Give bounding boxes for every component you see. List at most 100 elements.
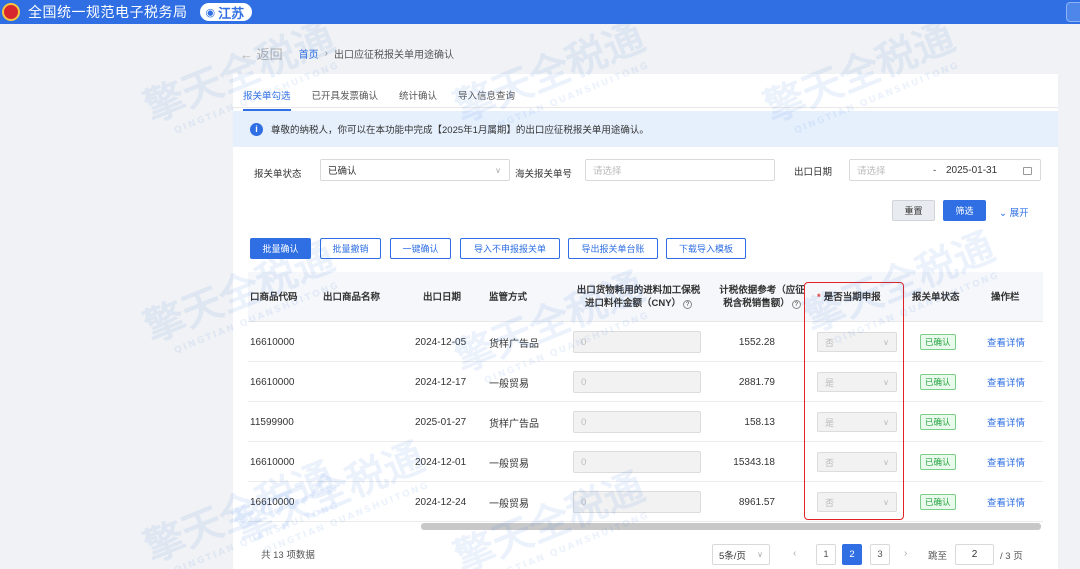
cell-supervision: 货样广告品 (489, 338, 539, 350)
cell-tax-basis: 2881.79 (738, 376, 775, 388)
cell-goods-code: 16610000 (250, 456, 295, 468)
material-amount-input: 0 (573, 411, 701, 433)
batch-confirm-button[interactable]: 批量确认 (250, 238, 311, 259)
breadcrumb: ← 返回 首页 › 出口应征税报关单用途确认 (240, 44, 454, 63)
status-filter-label: 报关单状态 (254, 169, 302, 180)
header-goods-name: 出口商品名称 (323, 291, 381, 303)
page-number-2[interactable]: 2 (842, 544, 862, 565)
reset-button[interactable]: 重置 (892, 200, 935, 221)
cell-supervision: 一般贸易 (489, 378, 529, 390)
status-badge: 已确认 (920, 494, 956, 510)
view-detail-link[interactable]: 查看详情 (987, 322, 1025, 362)
export-date-range[interactable]: 请选择 - 2025-01-31 (849, 159, 1041, 181)
info-icon: i (250, 122, 263, 136)
page-size-value: 5条/页 (719, 550, 746, 562)
cell-tax-basis: 158.13 (744, 416, 775, 428)
one-click-confirm-button[interactable]: 一键确认 (390, 238, 451, 259)
cell-export-date: 2024-12-24 (415, 496, 467, 508)
next-page-button[interactable]: › (904, 548, 907, 559)
jump-label: 跳至 (928, 551, 948, 562)
header-export-date: 出口日期 (423, 291, 462, 303)
material-amount-input: 0 (573, 371, 701, 393)
calendar-icon (1023, 167, 1032, 175)
header-supervision: 监管方式 (489, 291, 528, 303)
table-row: 16610000 2024-12-24 一般贸易 0 8961.57 否 ∨ 已… (248, 482, 1043, 522)
date-start-placeholder: 请选择 (857, 166, 886, 177)
view-detail-link[interactable]: 查看详情 (987, 402, 1025, 442)
tab-divider (233, 107, 1058, 108)
cell-export-date: 2024-12-05 (415, 336, 467, 348)
horizontal-scrollbar[interactable] (421, 523, 1041, 530)
status-badge: 已确认 (920, 374, 956, 390)
customs-no-label: 海关报关单号 (515, 169, 573, 180)
download-template-button[interactable]: 下载导入模板 (666, 238, 746, 259)
table-row: 16610000 2024-12-05 货样广告品 0 1552.28 否 ∨ … (248, 322, 1043, 362)
jump-page-input[interactable]: 2 (955, 544, 994, 565)
date-separator: - (933, 164, 937, 176)
notice-text: 尊敬的纳税人，你可以在本功能中完成【2025年1月属期】的出口应征税报关单用途确… (271, 125, 649, 136)
notice-banner: i 尊敬的纳税人，你可以在本功能中完成【2025年1月属期】的出口应征税报关单用… (233, 111, 1058, 147)
chevron-down-icon: ∨ (757, 550, 763, 559)
help-icon[interactable]: ? (791, 300, 801, 309)
cell-goods-code: 16610000 (250, 376, 295, 388)
cell-supervision: 一般贸易 (489, 458, 529, 470)
table-row: 16610000 2024-12-01 一般贸易 0 15343.18 否 ∨ … (248, 442, 1043, 482)
total-pages: / 3 页 (1000, 551, 1023, 562)
cell-export-date: 2024-12-17 (415, 376, 467, 388)
header-goods-code: 口商品代码 (250, 291, 298, 303)
page-size-select[interactable]: 5条/页 ∨ (712, 544, 770, 565)
page-number-3[interactable]: 3 (870, 544, 890, 565)
breadcrumb-current: 出口应征税报关单用途确认 (333, 50, 454, 61)
header-operation: 操作栏 (991, 291, 1020, 303)
region-label: 江苏 (218, 5, 245, 21)
cell-goods-code: 16610000 (250, 496, 295, 508)
location-pin-icon: ◉ (205, 6, 216, 19)
expand-toggle[interactable]: ⌄ 展开 (999, 205, 1029, 219)
customs-no-placeholder: 请选择 (593, 166, 622, 177)
current-declare-highlight-box (804, 282, 904, 520)
table-header: 口商品代码 出口商品名称 出口日期 监管方式 出口货物耗用的进料加工保税 进口料… (248, 272, 1043, 322)
date-end-value: 2025-01-31 (946, 164, 998, 176)
cell-export-date: 2025-01-27 (415, 416, 467, 428)
header-material-amount-line2-wrap: 进口料件金额（CNY）? (585, 297, 693, 310)
header-material-amount-line1: 出口货物耗用的进料加工保税 (576, 285, 701, 296)
export-ledger-button[interactable]: 导出报关单台账 (568, 238, 658, 259)
cell-tax-basis: 1552.28 (738, 336, 775, 348)
import-not-declared-button[interactable]: 导入不申报报关单 (460, 238, 560, 259)
top-bar: 全国统一规范电子税务局 ◉ 江苏 (0, 0, 1080, 24)
header-decl-status: 报关单状态 (912, 291, 960, 303)
batch-revoke-button[interactable]: 批量撤销 (320, 238, 381, 259)
cell-export-date: 2024-12-01 (415, 456, 467, 468)
header-material-amount: 出口货物耗用的进料加工保税 进口料件金额（CNY）? (571, 272, 706, 322)
user-menu-button[interactable] (1066, 2, 1080, 22)
export-date-label: 出口日期 (794, 167, 833, 178)
material-amount-input: 0 (573, 491, 701, 513)
prev-page-button[interactable]: ‹ (793, 548, 796, 559)
view-detail-link[interactable]: 查看详情 (987, 362, 1025, 402)
status-badge: 已确认 (920, 414, 956, 430)
status-badge: 已确认 (920, 454, 956, 470)
main-panel: 报关单勾选 已开具发票确认 统计确认 导入信息查询 i 尊敬的纳税人，你可以在本… (233, 74, 1058, 569)
page-number-1[interactable]: 1 (816, 544, 836, 565)
cell-tax-basis: 8961.57 (738, 496, 775, 508)
header-tax-basis: 计税依据参考（应征 税含税销售额）? (712, 272, 812, 322)
table-row: 16610000 2024-12-17 一般贸易 0 2881.79 是 ∨ 已… (248, 362, 1043, 402)
breadcrumb-home[interactable]: 首页 (299, 46, 319, 61)
status-select[interactable]: 已确认 ∨ (320, 159, 510, 181)
cell-supervision: 货样广告品 (489, 418, 539, 430)
table-row: 11599900 2025-01-27 货样广告品 0 158.13 是 ∨ 已… (248, 402, 1043, 442)
header-tax-basis-line1: 计税依据参考（应征 (719, 285, 805, 296)
view-detail-link[interactable]: 查看详情 (987, 442, 1025, 482)
cell-tax-basis: 15343.18 (733, 456, 775, 468)
customs-no-input[interactable]: 请选择 (585, 159, 775, 181)
help-icon[interactable]: ? (683, 300, 693, 309)
header-tax-basis-line2-wrap: 税含税销售额）? (723, 297, 801, 310)
cell-supervision: 一般贸易 (489, 498, 529, 510)
back-button[interactable]: ← 返回 (240, 44, 283, 63)
view-detail-link[interactable]: 查看详情 (987, 482, 1025, 522)
cell-goods-code: 16610000 (250, 336, 295, 348)
region-selector[interactable]: ◉ 江苏 (199, 3, 253, 21)
site-title: 全国统一规范电子税务局 (28, 4, 188, 20)
status-select-value: 已确认 (328, 166, 357, 177)
query-button[interactable]: 筛选 (943, 200, 986, 221)
